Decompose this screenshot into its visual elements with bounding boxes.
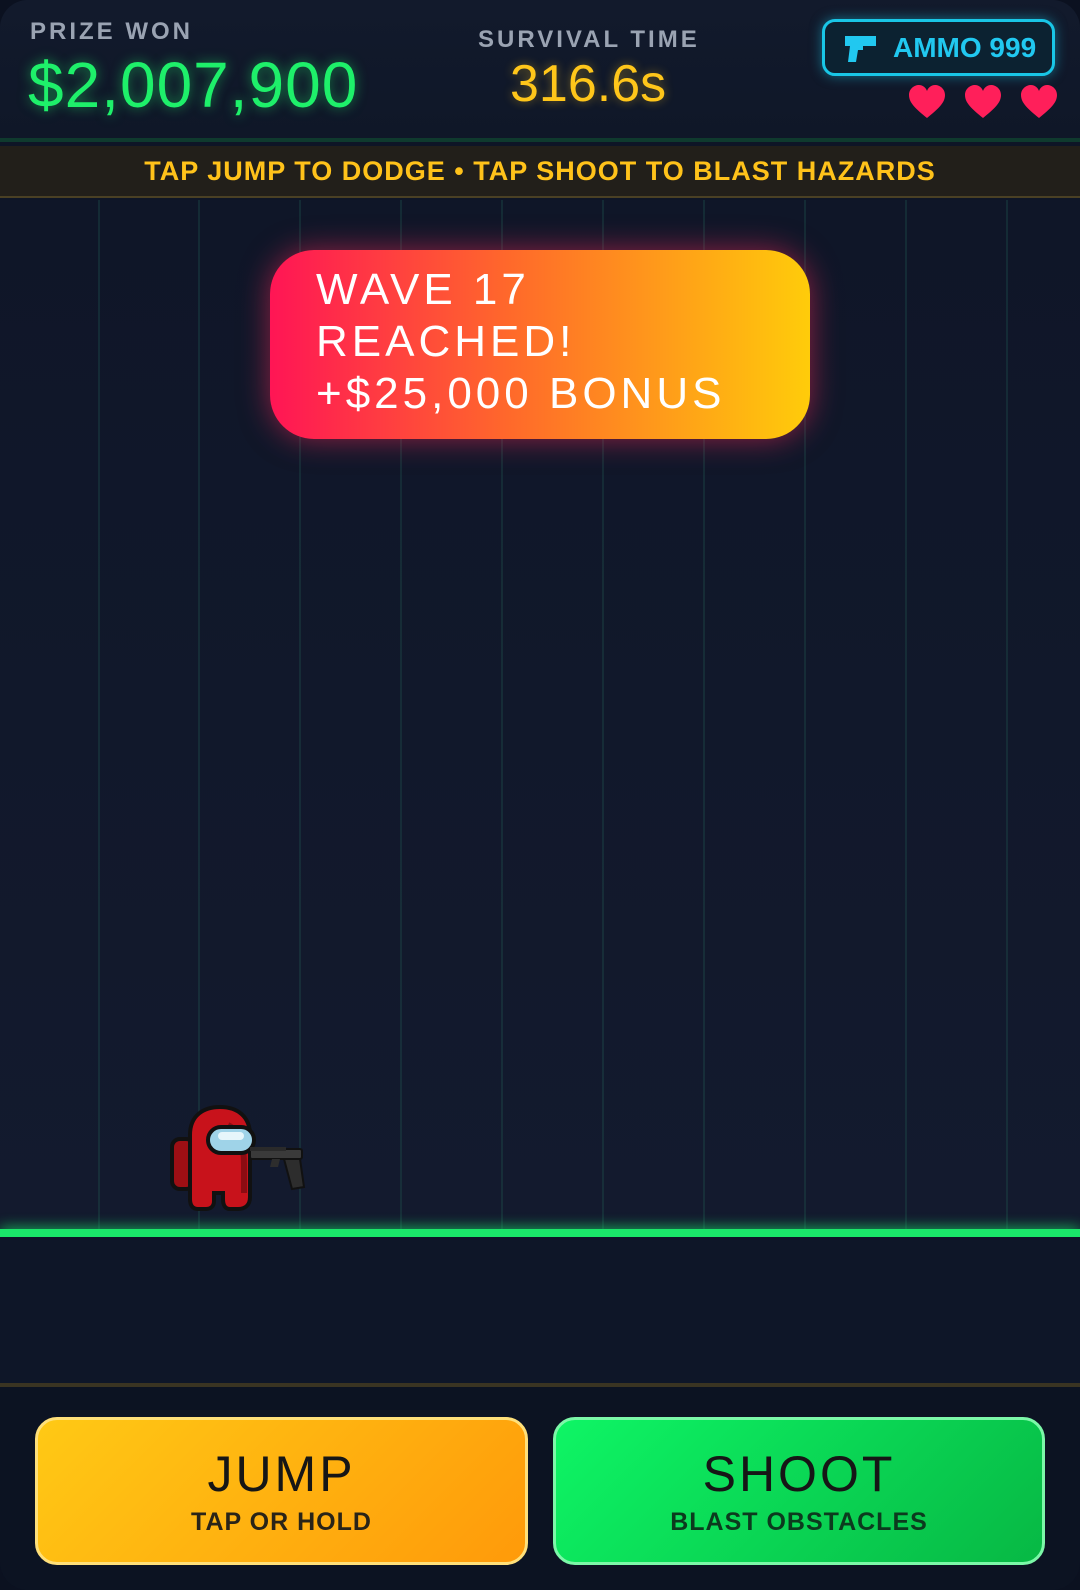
prize-label: PRIZE WON [30,18,193,45]
shoot-button-label: SHOOT [702,1445,896,1502]
hud-bar: PRIZE WON $2,007,900 SURVIVAL TIME 316.6… [0,0,1080,142]
pistol-icon [845,35,876,62]
ammo-badge: AMMO 999 [822,19,1055,76]
shoot-button-hint: BLAST OBSTACLES [670,1507,928,1536]
heart-icon [1021,85,1057,118]
lane-line [905,200,907,1230]
survival-time-value: 316.6s [510,55,667,113]
jump-button[interactable]: JUMP TAP OR HOLD [35,1417,528,1565]
control-panel: JUMP TAP OR HOLD SHOOT BLAST OBSTACLES [0,1387,1080,1590]
instruction-banner: TAP JUMP TO DODGE • TAP SHOOT TO BLAST H… [0,146,1080,198]
prize-value: $2,007,900 [28,49,359,121]
lane-line [98,200,100,1230]
jump-button-label: JUMP [207,1445,356,1502]
ground-line [0,1229,1080,1237]
lane-line [1006,200,1008,1230]
jump-button-hint: TAP OR HOLD [191,1507,372,1536]
instruction-text: TAP JUMP TO DODGE • TAP SHOOT TO BLAST H… [144,155,936,186]
heart-icon [909,85,945,118]
lives-indicator [908,84,1058,124]
crewmate-character [170,1105,306,1211]
wave-notification: WAVE 17 REACHED! +$25,000 BONUS [270,250,810,439]
wave-bonus-line: +$25,000 BONUS [316,369,726,418]
shoot-button[interactable]: SHOOT BLAST OBSTACLES [553,1417,1045,1565]
survival-time-label: SURVIVAL TIME [478,26,700,53]
wave-line-1: WAVE 17 [316,265,530,314]
heart-icon [965,85,1001,118]
lane-line [198,200,200,1230]
lower-field [0,1237,1080,1385]
wave-line-2: REACHED! [316,317,576,366]
game-screen: PRIZE WON $2,007,900 SURVIVAL TIME 316.6… [0,0,1080,1590]
ammo-count: AMMO 999 [893,31,1037,63]
